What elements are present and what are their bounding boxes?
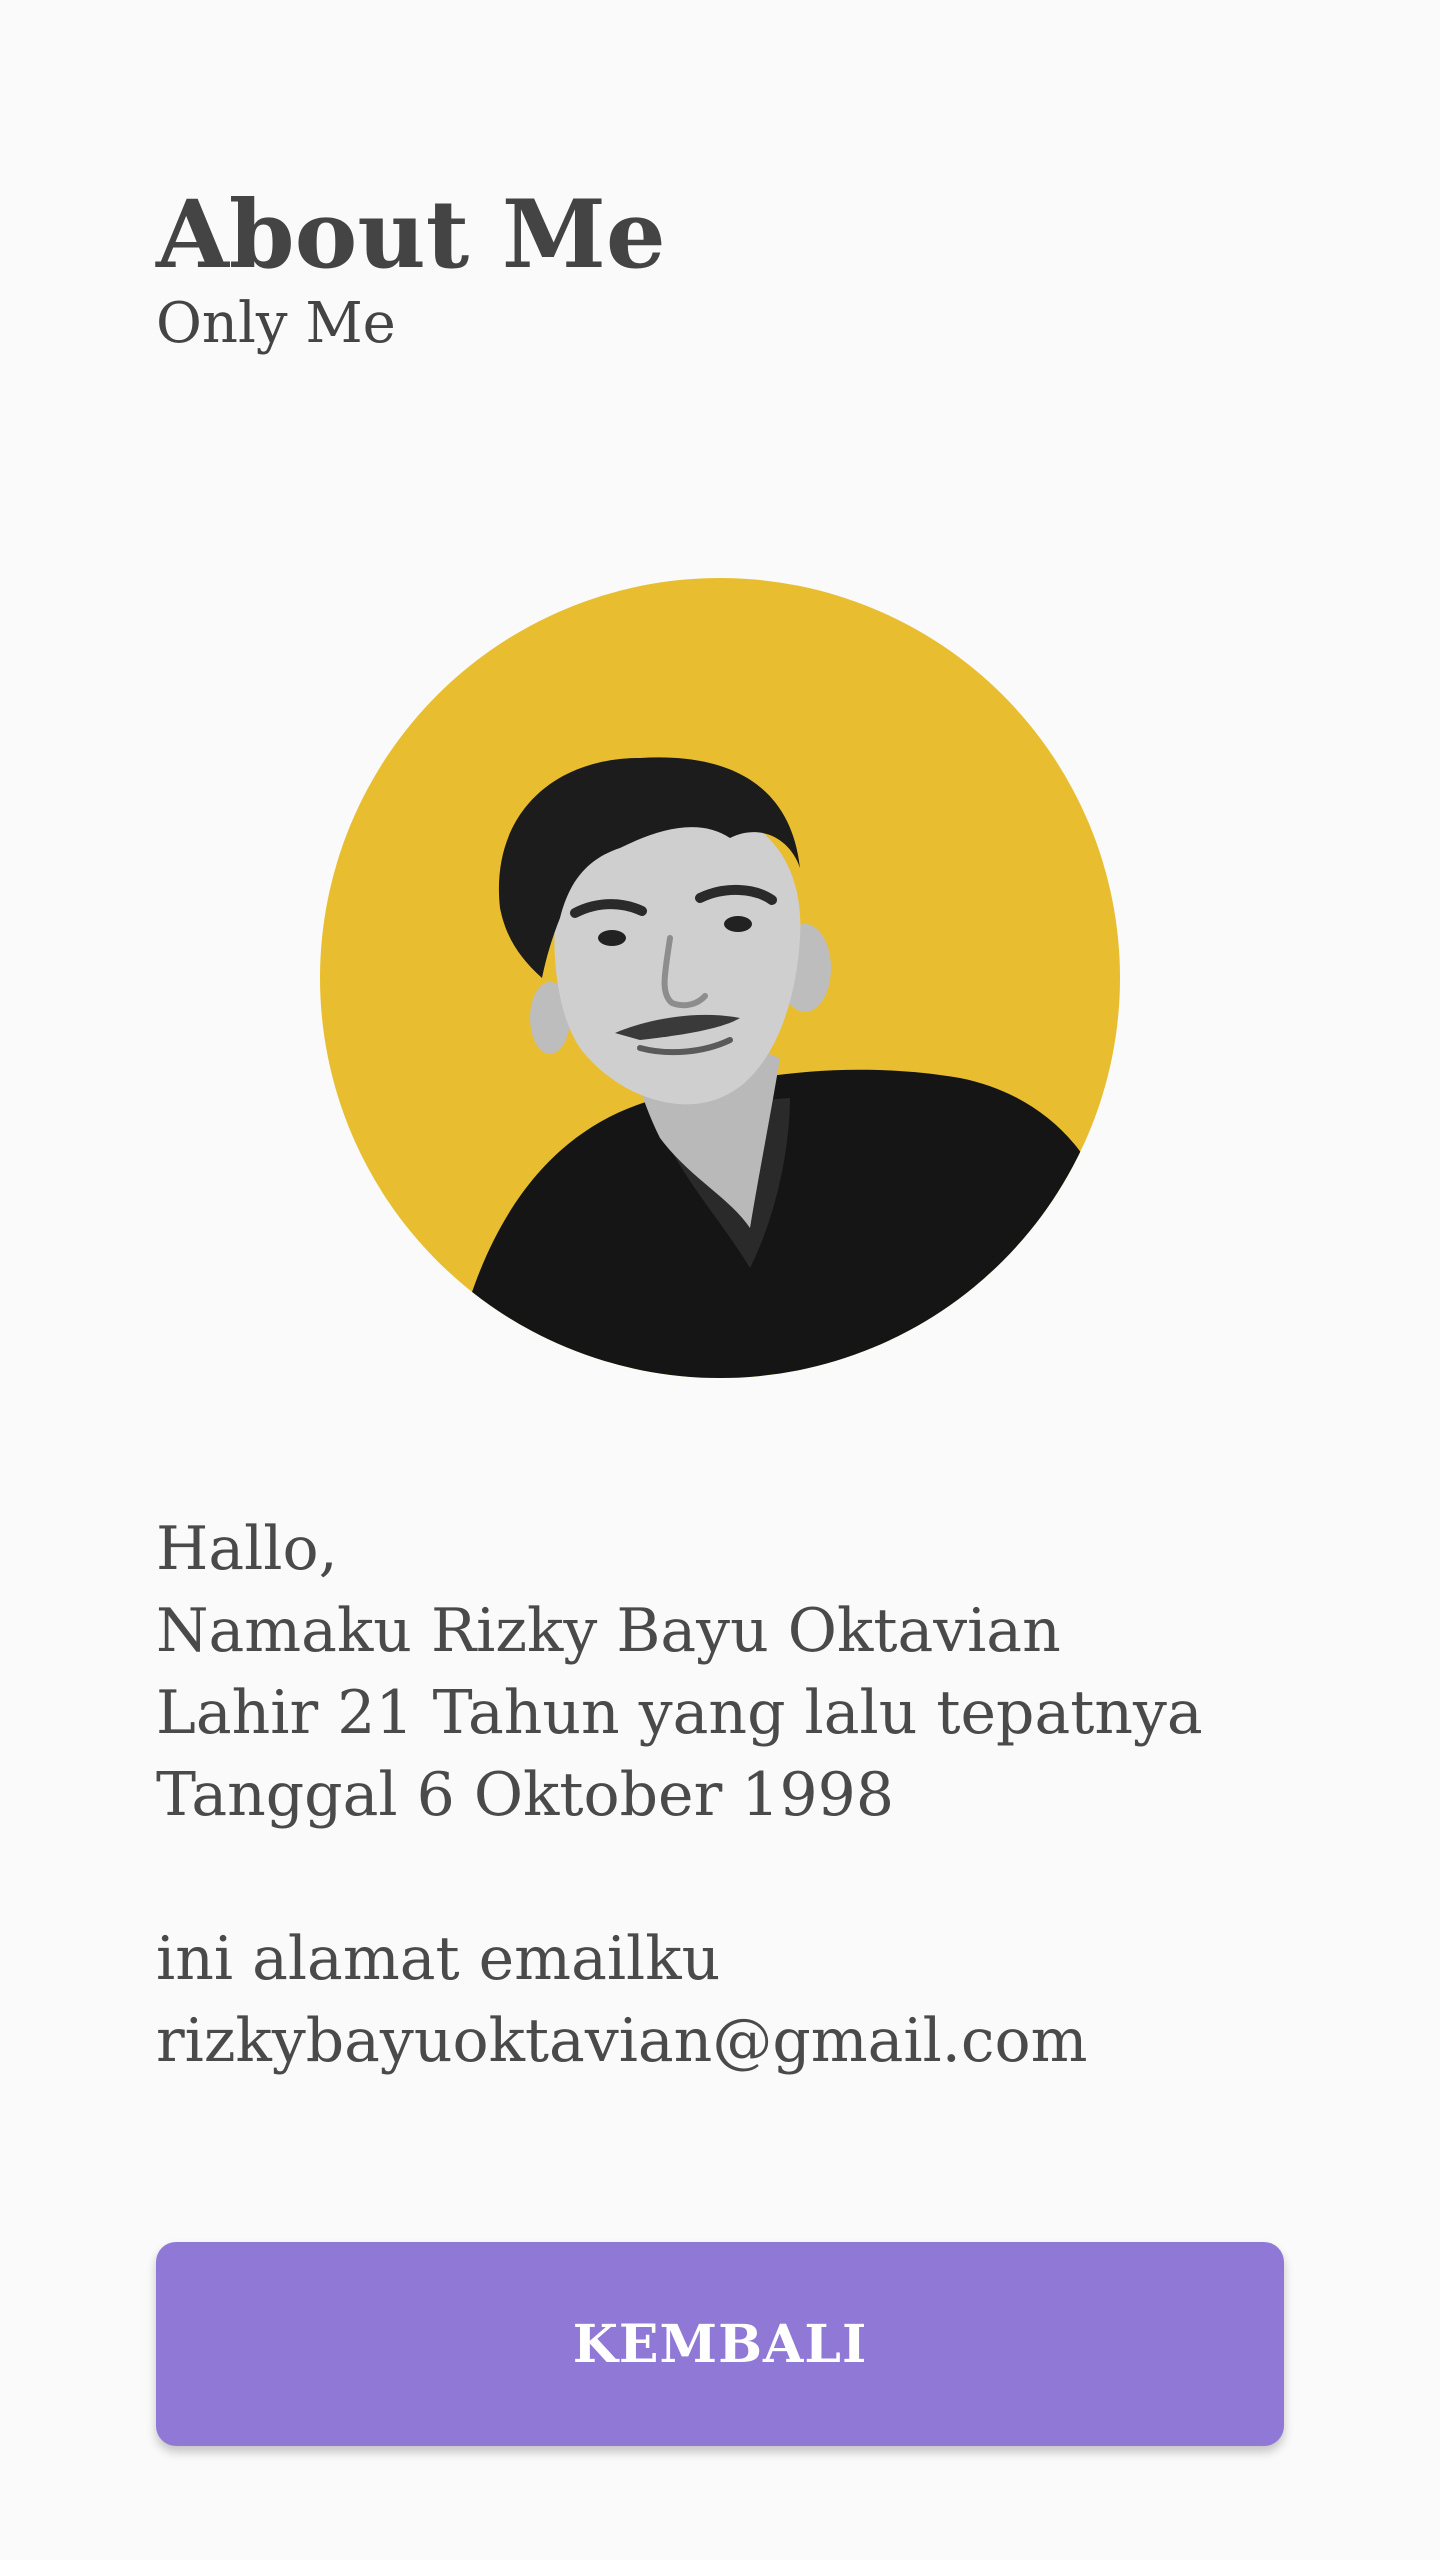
back-button-label: KEMBALI [572,2313,868,2375]
page-title: About Me [156,180,666,290]
bio-age: Lahir 21 Tahun yang lalu tepatnya [156,1678,1203,1748]
back-button[interactable]: KEMBALI [156,2242,1284,2446]
bio-spacer [156,1836,1336,1918]
email-address: rizkybayuoktavian@gmail.com [156,2006,1088,2076]
bio-birthdate: Tanggal 6 Oktober 1998 [156,1760,895,1830]
email-label: ini alamat emailku [156,1924,721,1994]
page-header: About Me Only Me [156,180,666,356]
profile-avatar [320,578,1120,1378]
bio-greeting: Hallo, [156,1514,338,1584]
bio-name: Namaku Rizky Bayu Oktavian [156,1596,1061,1666]
profile-photo [440,757,1120,1378]
page-subtitle: Only Me [156,291,396,356]
bio-text: Hallo, Namaku Rizky Bayu Oktavian Lahir … [156,1508,1336,2082]
